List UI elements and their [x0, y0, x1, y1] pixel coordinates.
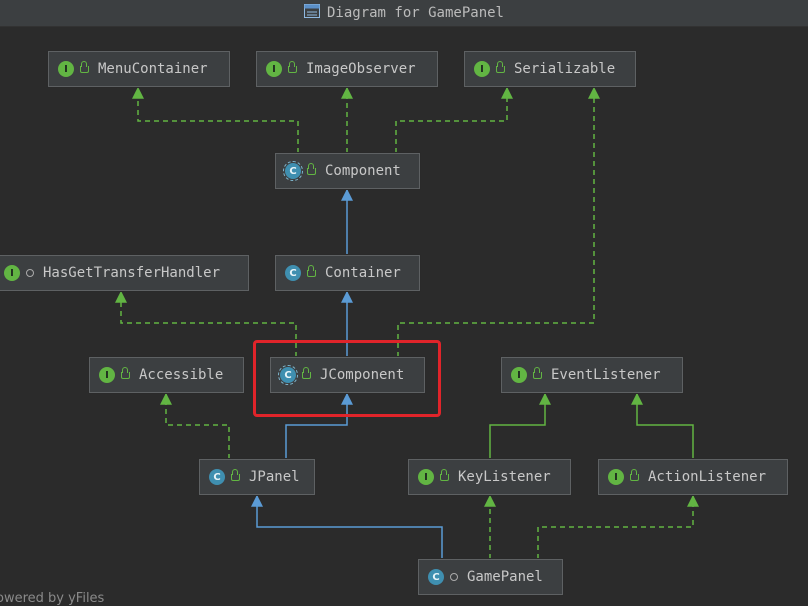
node-label: KeyListener	[458, 469, 551, 485]
node-serializable[interactable]: I Serializable	[464, 51, 636, 87]
node-keylistener[interactable]: I KeyListener	[408, 459, 571, 495]
edge-component-serializable	[395, 86, 513, 153]
node-label: GamePanel	[467, 569, 543, 585]
class-icon: C	[428, 569, 444, 585]
interface-icon: I	[4, 265, 20, 281]
interface-icon: I	[474, 61, 490, 77]
interface-icon: I	[511, 367, 527, 383]
interface-icon: I	[418, 469, 434, 485]
interface-icon: I	[99, 367, 115, 383]
interface-icon: I	[608, 469, 624, 485]
node-jpanel[interactable]: C JPanel	[199, 459, 315, 495]
edge-component-menucontainer	[132, 86, 299, 153]
node-hasgettransferhandler[interactable]: I HasGetTransferHandler	[0, 255, 249, 291]
node-label: Component	[325, 163, 401, 179]
diagram-canvas[interactable]: I MenuContainer I ImageObserver I Serial…	[0, 27, 808, 606]
node-label: HasGetTransferHandler	[43, 265, 221, 281]
node-component[interactable]: C Component	[275, 153, 420, 189]
edge-layer	[115, 86, 699, 559]
node-label: ActionListener	[648, 469, 767, 485]
node-label: MenuContainer	[98, 61, 208, 77]
public-lock-icon	[307, 162, 316, 175]
edge-gamepanel-jpanel	[251, 494, 443, 559]
node-label: ImageObserver	[306, 61, 416, 77]
public-lock-icon	[307, 264, 316, 277]
package-private-icon	[26, 269, 34, 277]
diagram-icon	[303, 4, 320, 22]
public-lock-icon	[440, 468, 449, 481]
node-menucontainer[interactable]: I MenuContainer	[48, 51, 230, 87]
edge-keylistener-eventlistener	[489, 392, 551, 459]
diagram-title-bar: Diagram for GamePanel	[0, 0, 808, 27]
edge-gamepanel-actionlistener	[537, 494, 699, 559]
package-private-icon	[450, 573, 458, 581]
abstract-class-icon: C	[283, 161, 303, 181]
public-lock-icon	[80, 60, 89, 73]
public-lock-icon	[533, 366, 542, 379]
diagram-title: Diagram for GamePanel	[326, 5, 504, 21]
node-label: Serializable	[514, 61, 616, 77]
interface-icon: I	[266, 61, 282, 77]
node-container[interactable]: C Container	[275, 255, 420, 291]
node-accessible[interactable]: I Accessible	[89, 357, 244, 393]
public-lock-icon	[231, 468, 240, 481]
public-lock-icon	[496, 60, 505, 73]
edge-jcomponent-serializable	[397, 86, 600, 357]
node-label: EventListener	[551, 367, 661, 383]
class-icon: C	[209, 469, 225, 485]
edge-jpanel-accessible	[160, 392, 230, 459]
public-lock-icon	[121, 366, 130, 379]
interface-icon: I	[58, 61, 74, 77]
node-imageobserver[interactable]: I ImageObserver	[256, 51, 438, 87]
node-label: Container	[325, 265, 401, 281]
edge-actionlistener-eventlistener	[631, 392, 694, 459]
node-eventlistener[interactable]: I EventListener	[501, 357, 683, 393]
public-lock-icon	[288, 60, 297, 73]
class-icon: C	[285, 265, 301, 281]
public-lock-icon	[630, 468, 639, 481]
node-label: JPanel	[249, 469, 300, 485]
selection-highlight	[253, 340, 441, 417]
node-gamepanel[interactable]: C GamePanel	[418, 559, 563, 595]
node-label: Accessible	[139, 367, 224, 383]
node-actionlistener[interactable]: I ActionListener	[598, 459, 788, 495]
